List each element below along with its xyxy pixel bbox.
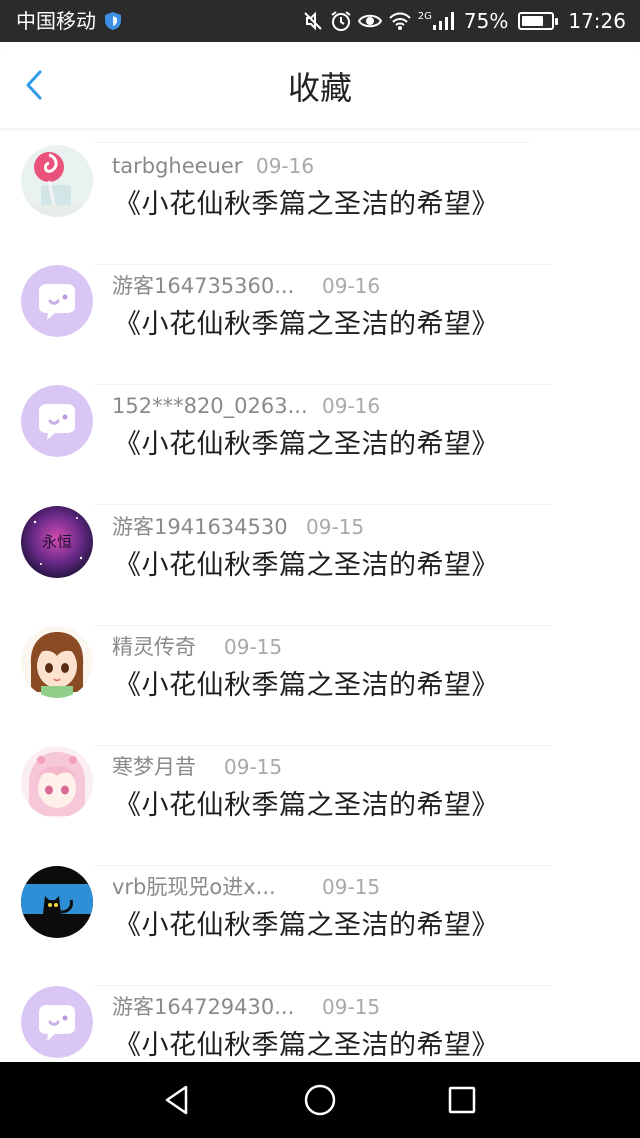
anime-girl-pink-avatar	[21, 746, 93, 818]
work-title[interactable]: 《小花仙秋季篇之圣洁的希望》	[114, 427, 499, 463]
battery-icon	[518, 12, 559, 30]
work-title[interactable]: 《小花仙秋季篇之圣洁的希望》	[114, 668, 499, 704]
date: 09-16	[322, 274, 381, 298]
date: 09-15	[224, 635, 283, 659]
date: 09-16	[256, 154, 315, 178]
wifi-icon	[389, 12, 411, 30]
user-name: 152***820_0263...	[112, 394, 308, 418]
default-chat-avatar	[21, 385, 93, 457]
date: 09-15	[322, 875, 381, 899]
signal-icon	[432, 12, 454, 30]
page-title: 收藏	[287, 69, 352, 107]
battery-level-fill	[522, 16, 544, 26]
favorite-item[interactable]: tarbgheeuer 09-16 《小花仙秋季篇之圣洁的希望》	[0, 128, 640, 265]
default-chat-avatar	[21, 265, 93, 337]
favorite-item[interactable]: 寒梦月昔 09-15 《小花仙秋季篇之圣洁的希望》	[0, 729, 640, 866]
user-name: 寒梦月昔	[112, 755, 196, 779]
carrier-name: 中国移动	[16, 9, 96, 33]
clock: 17:26	[568, 9, 626, 33]
date: 09-15	[306, 515, 365, 539]
work-title[interactable]: 《小花仙秋季篇之圣洁的希望》	[114, 788, 499, 824]
anime-girl-brown-avatar	[21, 626, 93, 698]
status-icons: 2G 75% 17:26	[302, 7, 626, 35]
default-chat-avatar	[21, 986, 93, 1058]
network-type: 2G	[417, 10, 432, 22]
work-title[interactable]: 《小花仙秋季篇之圣洁的希望》	[114, 187, 499, 223]
shield-icon	[105, 12, 121, 30]
date: 09-16	[322, 394, 381, 418]
favorite-item[interactable]: 152***820_0263... 09-16 《小花仙秋季篇之圣洁的希望》	[0, 368, 640, 505]
lollipop-avatar	[21, 145, 93, 217]
work-title[interactable]: 《小花仙秋季篇之圣洁的希望》	[114, 1028, 499, 1062]
status-bar: 中国移动 2G 75% 17:26	[0, 0, 640, 42]
favorite-item[interactable]: vrb朊现兕o进x... 09-15 《小花仙秋季篇之圣洁的希望》	[0, 849, 640, 986]
favorite-item[interactable]: 游客164729430... 09-15 《小花仙秋季篇之圣洁的希望》	[0, 969, 640, 1062]
work-title[interactable]: 《小花仙秋季篇之圣洁的希望》	[114, 548, 499, 584]
user-name: vrb朊现兕o进x...	[112, 875, 276, 899]
navigation-bar	[0, 1062, 640, 1138]
favorite-item[interactable]: 永恒 游客1941634530 09-15 《小花仙秋季篇之圣洁的希望》	[0, 489, 640, 626]
back-triangle-icon[interactable]	[160, 1082, 196, 1118]
galaxy-avatar: 永恒	[21, 506, 93, 578]
date: 09-15	[224, 755, 283, 779]
user-name: tarbgheeuer	[112, 154, 243, 178]
work-title[interactable]: 《小花仙秋季篇之圣洁的希望》	[114, 908, 499, 944]
recents-square-icon[interactable]	[444, 1082, 480, 1118]
user-name: 游客1941634530	[112, 515, 288, 539]
favorites-list[interactable]: tarbgheeuer 09-16 《小花仙秋季篇之圣洁的希望》 游客16473…	[0, 128, 640, 1062]
page-header: 收藏	[0, 42, 640, 128]
work-title[interactable]: 《小花仙秋季篇之圣洁的希望》	[114, 307, 499, 343]
favorite-item[interactable]: 游客164735360... 09-16 《小花仙秋季篇之圣洁的希望》	[0, 248, 640, 385]
home-circle-icon[interactable]	[302, 1082, 338, 1118]
user-name: 游客164729430...	[112, 995, 295, 1019]
eye-icon	[357, 14, 382, 28]
user-name: 游客164735360...	[112, 274, 295, 298]
date: 09-15	[322, 995, 381, 1019]
avatar-text: 永恒	[42, 533, 72, 551]
battery-percent: 75%	[463, 9, 509, 33]
alarm-icon	[331, 11, 351, 31]
user-name: 精灵传奇	[112, 635, 196, 659]
black-cat-avatar	[21, 866, 93, 938]
mute-icon	[304, 11, 322, 31]
favorite-item[interactable]: 精灵传奇 09-15 《小花仙秋季篇之圣洁的希望》	[0, 609, 640, 746]
